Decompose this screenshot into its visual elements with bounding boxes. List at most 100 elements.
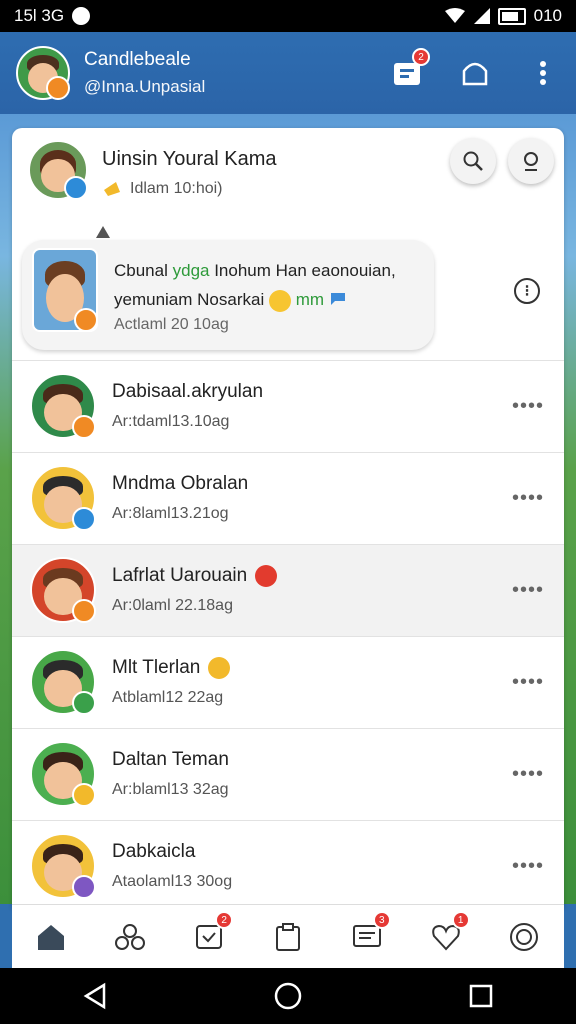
contact-avatar <box>30 833 96 899</box>
contact-time: Atblaml12 22ag <box>112 689 224 706</box>
wifi-icon <box>444 8 465 23</box>
more-options-icon[interactable]: •••• <box>512 395 544 418</box>
contact-avatar <box>30 373 96 439</box>
search-button[interactable] <box>450 138 496 184</box>
home-outline-icon <box>462 62 488 86</box>
status-time: 15l 3G <box>14 6 65 25</box>
contact-name-text: Mndma Obralan <box>112 473 249 494</box>
account-handle: @Inna.Unpasial <box>84 77 206 96</box>
chat-name: Uinsin Youral Kama <box>102 148 277 170</box>
battery-level: 010 <box>533 6 562 25</box>
more-options-icon[interactable]: •••• <box>512 763 544 786</box>
contact-name-text: Mlt Tlerlan <box>112 657 201 678</box>
more-options-icon[interactable]: •••• <box>512 855 544 878</box>
contact-name: Mlt Tlerlan <box>112 657 231 679</box>
message-text-part: yemuniam Nosarkai <box>114 290 269 309</box>
contact-name: Daltan Teman <box>112 749 229 771</box>
chat-panel: Uinsin Youral Kama Idlam 10:hoi) Cbunal … <box>12 128 564 908</box>
contact-time: Ar:0laml 22.18ag <box>112 597 233 614</box>
message-text-part: Inohum Han eaonouian, <box>209 261 396 280</box>
contact-time: Ar:tdaml13.10ag <box>112 413 230 430</box>
more-options-icon[interactable]: •••• <box>512 579 544 602</box>
nav-clipboard[interactable] <box>270 919 306 955</box>
list-item[interactable]: Lafrlat Uarouain Ar:0laml 22.18ag •••• <box>12 544 564 636</box>
contact-name: Dabkaicla <box>112 841 195 863</box>
list-item[interactable]: Dabkaicla Ataolaml13 30og •••• <box>12 820 564 908</box>
smile-emoji-icon <box>268 289 291 312</box>
badge-icon <box>74 308 98 332</box>
nav-inbox[interactable]: 2 <box>191 911 234 955</box>
chat-status: Idlam 10:hoi) <box>102 180 223 198</box>
people-icon <box>115 924 146 950</box>
recents-icon[interactable] <box>468 983 494 1009</box>
badge-icon <box>72 783 96 807</box>
more-options-icon[interactable]: •••• <box>512 487 544 510</box>
badge-icon <box>72 415 96 439</box>
message-avatar <box>32 248 98 332</box>
nav-profile[interactable] <box>506 919 542 955</box>
chat-avatar[interactable] <box>28 140 88 200</box>
badge-icon <box>72 691 96 715</box>
message-highlight: mm <box>295 290 325 309</box>
user-icon <box>524 152 538 171</box>
message-time: Actlaml 20 10ag <box>114 316 229 333</box>
list-item[interactable]: Mndma Obralan Ar:8laml13.21og •••• <box>12 452 564 544</box>
verified-icon <box>64 176 88 200</box>
message-text: Cbunal ydga Inohum Han eaonouian, yemuni… <box>114 256 424 314</box>
info-icon: ⁝ <box>524 283 530 300</box>
more-options-icon[interactable]: •••• <box>512 671 544 694</box>
search-icon <box>463 151 483 171</box>
home-button[interactable] <box>458 56 492 90</box>
nav-favorites[interactable]: 1 <box>428 911 470 955</box>
contact-name-text: Daltan Teman <box>112 749 229 770</box>
list-item[interactable]: Dabisaal.akryulan Ar:tdaml13.10ag •••• <box>12 360 564 452</box>
user-button[interactable] <box>508 138 554 184</box>
nav-chat[interactable]: 3 <box>349 911 391 955</box>
contact-avatar <box>30 649 96 715</box>
profile-avatar[interactable] <box>16 46 70 100</box>
message-text-part: Cbunal <box>114 261 173 280</box>
nav-home[interactable] <box>33 919 69 955</box>
clipboard-icon <box>275 923 300 951</box>
contact-avatar <box>30 557 96 623</box>
calendar-button[interactable]: 2 <box>390 48 430 90</box>
speech-bubble-icon <box>330 293 345 305</box>
bubble-pointer <box>96 226 110 238</box>
contact-name: Mndma Obralan <box>112 473 248 495</box>
list-item[interactable]: Mlt Tlerlan Atblaml12 22ag •••• <box>12 636 564 728</box>
nav-people[interactable] <box>112 919 148 955</box>
badge-icon <box>72 875 96 899</box>
chat-status-text: Idlam 10:hoi) <box>130 180 223 197</box>
menu-button[interactable] <box>526 56 560 90</box>
chat-badge: 3 <box>372 911 391 929</box>
message-highlight: ydga <box>172 261 210 280</box>
contact-time: Ar:8laml13.21og <box>112 505 229 522</box>
contact-name: Lafrlat Uarouain <box>112 565 278 587</box>
megaphone-icon <box>104 182 120 196</box>
home-circle-icon[interactable] <box>273 981 303 1011</box>
contact-avatar <box>30 741 96 807</box>
home-icon <box>38 925 65 950</box>
back-icon[interactable] <box>82 982 108 1010</box>
list-item[interactable]: Daltan Teman Ar:blaml13 32ag •••• <box>12 728 564 820</box>
more-vertical-icon <box>540 61 546 85</box>
contact-time: Ataolaml13 30og <box>112 873 233 890</box>
profile-icon <box>510 923 539 951</box>
status-bar: 15l 3G 010 <box>0 0 576 32</box>
contact-name-text: Dabkaicla <box>112 841 196 862</box>
battery-icon <box>497 7 526 25</box>
contact-name-text: Lafrlat Uarouain <box>112 565 248 586</box>
calendar-badge: 2 <box>412 48 430 66</box>
heart-badge: 1 <box>451 911 470 929</box>
message-bubble[interactable]: Cbunal ydga Inohum Han eaonouian, yemuni… <box>22 240 434 350</box>
account-name: Candlebeale <box>84 49 191 70</box>
app-header: Candlebeale @Inna.Unpasial 2 <box>0 32 576 114</box>
chat-header: Uinsin Youral Kama Idlam 10:hoi) <box>12 128 564 238</box>
badge-icon <box>72 507 96 531</box>
badge-icon <box>46 76 70 100</box>
system-navigation <box>0 968 576 1024</box>
info-button[interactable]: ⁝ <box>514 278 540 304</box>
contact-time: Ar:blaml13 32ag <box>112 781 229 798</box>
signal-icon <box>473 8 490 24</box>
contact-name-text: Dabisaal.akryulan <box>112 381 264 402</box>
